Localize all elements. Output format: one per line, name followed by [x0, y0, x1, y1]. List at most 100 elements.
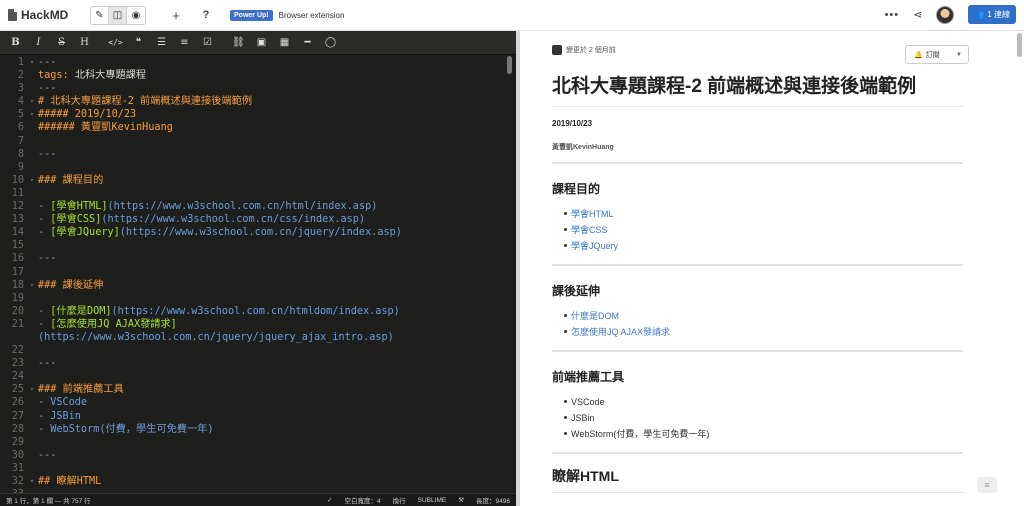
bold-icon[interactable]: B: [4, 37, 27, 48]
plus-icon[interactable]: +: [166, 8, 186, 23]
edit-mode-icon[interactable]: ✎: [91, 6, 109, 24]
line-number: 13: [11, 214, 24, 226]
fold-marker[interactable]: ▾: [26, 383, 38, 396]
comment-icon[interactable]: ◯: [319, 37, 342, 48]
subscribe-button[interactable]: 🔔 訂閱 ▼: [905, 45, 969, 64]
fold-marker: [26, 318, 38, 331]
more-icon[interactable]: •••: [885, 9, 900, 21]
avatar[interactable]: [936, 5, 955, 24]
code-line[interactable]: 19: [0, 292, 516, 305]
code-line[interactable]: 18 ▾ ### 課後延伸: [0, 279, 516, 292]
fold-marker[interactable]: ▾: [26, 56, 38, 69]
code-line[interactable]: 11: [0, 187, 516, 200]
fold-marker: [26, 266, 38, 279]
wrench-icon[interactable]: ⚒: [458, 496, 464, 504]
powerup-badge[interactable]: Power Up!: [230, 9, 273, 21]
code-line[interactable]: 9: [0, 161, 516, 174]
fold-marker[interactable]: ▾: [26, 475, 38, 488]
code-line[interactable]: 25 ▾ ### 前端推薦工具: [0, 383, 516, 396]
code-token: ---: [38, 83, 57, 95]
strikethrough-icon[interactable]: S: [50, 37, 73, 48]
keymap-setting[interactable]: SUBLIME: [418, 497, 447, 504]
rendered-document: 北科大專題課程-2 前端概述與連接後端範例 2019/10/23 黃豐凱Kevi…: [552, 71, 963, 493]
code-line[interactable]: 17: [0, 266, 516, 279]
line-number: [0, 331, 26, 344]
doc-meta: 變更於 2 個月前: [552, 45, 616, 55]
help-icon[interactable]: ?: [196, 9, 216, 21]
link-list: 學會HTML 學會CSS 學會JQuery: [564, 206, 963, 254]
editor-scrollbar[interactable]: [507, 56, 512, 74]
brand[interactable]: HackMD: [8, 8, 78, 22]
fold-marker[interactable]: ▾: [26, 108, 38, 121]
code-line[interactable]: 22: [0, 344, 516, 357]
indent-setting[interactable]: 空白寬度：4: [345, 495, 381, 505]
code-line[interactable]: 15: [0, 239, 516, 252]
code-line[interactable]: 3 ---: [0, 82, 516, 95]
learn-jquery-link[interactable]: 學會JQuery: [571, 241, 618, 251]
online-users-button[interactable]: 👥 1 連線: [968, 5, 1016, 24]
unordered-list-icon[interactable]: ☰: [150, 37, 173, 48]
code-area[interactable]: 1 ▾ --- 2 tags: 北科大專題課程 3 --- 4 ▾ # 北科大專題課程-2 前端概…: [0, 56, 516, 494]
table-icon[interactable]: ▦: [273, 37, 296, 48]
code-line[interactable]: 7: [0, 135, 516, 148]
learn-css-link[interactable]: 學會CSS: [571, 225, 608, 235]
code-line[interactable]: 29: [0, 436, 516, 449]
divider-line: [552, 162, 963, 164]
code-text: ##### 2019/10/23: [38, 108, 136, 121]
ordered-list-icon[interactable]: ≡: [173, 37, 196, 48]
wrap-setting[interactable]: 換行: [393, 495, 406, 505]
code-line[interactable]: 30 ---: [0, 449, 516, 462]
toc-icon[interactable]: ≡: [977, 477, 997, 493]
list-item: 學會HTML: [564, 206, 963, 222]
code-line[interactable]: 27 - JSBin: [0, 410, 516, 423]
code-line[interactable]: 6 ###### 黃豐凱KevinHuang: [0, 121, 516, 134]
line-number: 17: [11, 266, 24, 278]
code-line[interactable]: 21 - [怎麼使用JQ AJAX發請求]: [0, 318, 516, 331]
code-line[interactable]: (https://www.w3school.com.cn/jquery/jque…: [0, 331, 516, 344]
heading-icon[interactable]: H: [73, 37, 96, 48]
preview-scrollbar[interactable]: [1017, 33, 1022, 57]
code-line[interactable]: 26 - VSCode: [0, 396, 516, 409]
checklist-icon[interactable]: ☑: [196, 37, 219, 48]
code-line[interactable]: 32 ▾ ## 瞭解HTML: [0, 475, 516, 488]
line-number: 29: [11, 436, 24, 448]
horizontal-rule-icon[interactable]: ━: [296, 37, 319, 48]
code-line[interactable]: 14 - [學會JQuery](https://www.w3school.com.…: [0, 226, 516, 239]
code-line[interactable]: 8 ---: [0, 148, 516, 161]
code-line[interactable]: 12 - [學會HTML](https://www.w3school.com.cn…: [0, 200, 516, 213]
code-line[interactable]: 24: [0, 370, 516, 383]
jq-ajax-link[interactable]: 怎麼使用JQ AJAX發請求: [571, 327, 670, 337]
line-number: 12: [11, 201, 24, 213]
split-mode-icon[interactable]: ◫: [109, 6, 127, 24]
browser-extension-link[interactable]: Browser extension: [279, 11, 345, 20]
fold-marker[interactable]: ▾: [26, 279, 38, 292]
code-line[interactable]: 23 ---: [0, 357, 516, 370]
dom-link[interactable]: 什麼是DOM: [571, 311, 619, 321]
fold-marker[interactable]: ▾: [26, 95, 38, 108]
fold-marker[interactable]: ▾: [26, 174, 38, 187]
code-line[interactable]: 28 - WebStorm(付費，學生可免費一年): [0, 423, 516, 436]
line-number: 8: [17, 148, 24, 160]
code-line[interactable]: 16 ---: [0, 252, 516, 265]
last-changed: 變更於 2 個月前: [566, 47, 616, 54]
file-icon: [8, 9, 17, 21]
code-line[interactable]: 13 - [學會CSS](https://www.w3school.com.cn/…: [0, 213, 516, 226]
image-icon[interactable]: ▣: [250, 37, 273, 48]
code-line[interactable]: 10 ▾ ### 課程目的: [0, 174, 516, 187]
code-line[interactable]: 4 ▾ # 北科大專題課程-2 前端概述與連接後端範例: [0, 95, 516, 108]
code-line[interactable]: 31: [0, 462, 516, 475]
code-line[interactable]: 1 ▾ ---: [0, 56, 516, 69]
chevron-down-icon: ▼: [956, 51, 962, 58]
code-icon[interactable]: </>: [104, 38, 127, 47]
code-line[interactable]: 5 ▾ ##### 2019/10/23: [0, 108, 516, 121]
italic-icon[interactable]: I: [27, 37, 50, 48]
view-mode-icon[interactable]: ◉: [127, 6, 145, 24]
quote-icon[interactable]: ❝: [127, 37, 150, 48]
learn-html-link[interactable]: 學會HTML: [571, 209, 614, 219]
link-icon[interactable]: ⛓: [227, 37, 250, 48]
code-line[interactable]: 20 - [什麼是DOM](https://www.w3school.com.cn…: [0, 305, 516, 318]
code-line[interactable]: 2 tags: 北科大專題課程: [0, 69, 516, 82]
share-icon[interactable]: ⋖: [913, 8, 922, 21]
status-bar: 第 1 行，第 1 欄 — 共 757 行 ✓ 空白寬度：4 換行 SUBLIM…: [0, 493, 516, 506]
author-avatar: [552, 45, 562, 55]
